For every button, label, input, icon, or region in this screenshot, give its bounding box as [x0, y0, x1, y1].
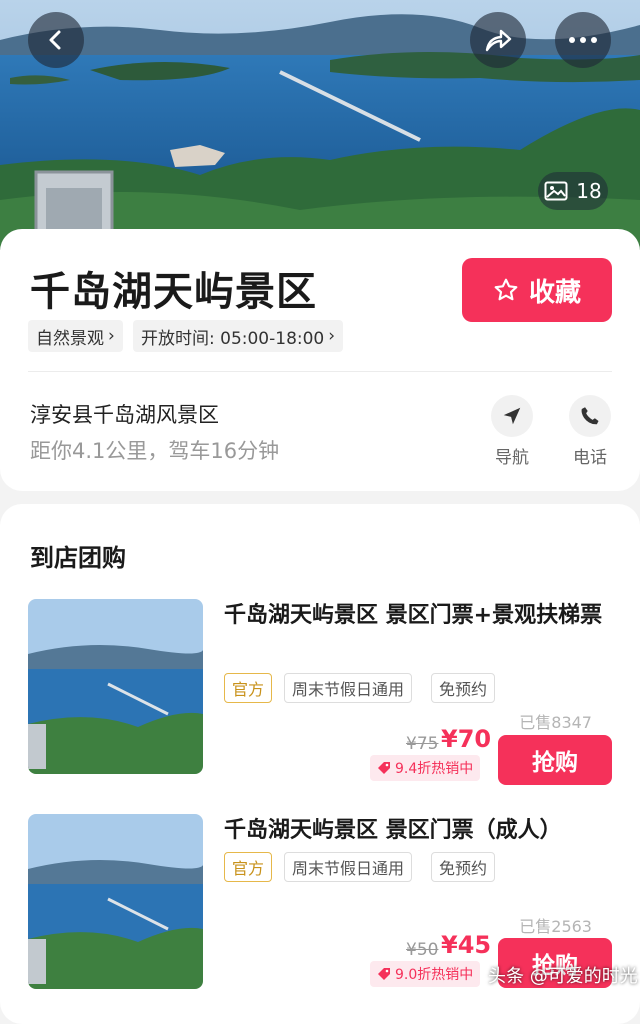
no-reservation-tag: 免预约 — [431, 852, 496, 882]
more-button[interactable] — [555, 12, 611, 68]
sold-count: 已售8347 — [519, 713, 592, 732]
distance-info: 距你4.1公里，驾车16分钟 — [30, 439, 280, 463]
discount-label: 9.0折热销中 — [395, 967, 474, 983]
photo-count: 18 — [576, 179, 602, 203]
category-chip[interactable]: 自然景观 › — [28, 320, 123, 352]
favorite-label: 收藏 — [528, 277, 581, 308]
back-button[interactable] — [28, 12, 84, 68]
no-reservation-tag: 免预约 — [431, 673, 496, 703]
back-icon — [49, 30, 61, 50]
lake-scenery-image — [0, 0, 640, 250]
share-button[interactable] — [470, 12, 526, 68]
navigation-icon — [503, 407, 521, 425]
original-price: ¥50 — [406, 940, 439, 960]
weekend-tag: 周末节假日通用 — [284, 673, 413, 703]
more-icon — [569, 37, 597, 43]
chevron-right-icon: › — [108, 326, 115, 346]
deal-item[interactable]: 千岛湖天屿景区 景区门票+景观扶梯票 官方 周末节假日通用 免预约 已售8347… — [0, 599, 640, 799]
hero-image[interactable]: 18 — [0, 0, 640, 250]
original-price: ¥75 — [406, 734, 439, 754]
official-tag: 官方 — [224, 852, 273, 882]
watermark: 头条 @可爱的时光 — [488, 966, 638, 987]
deal-title: 千岛湖天屿景区 景区门票+景观扶梯票 — [224, 603, 603, 628]
weekend-tag: 周末节假日通用 — [284, 852, 413, 882]
address[interactable]: 淳安县千岛湖风景区 — [30, 399, 219, 429]
phone-button[interactable]: 电话 — [560, 395, 620, 468]
photo-count-badge[interactable]: 18 — [538, 172, 608, 210]
phone-icon — [581, 407, 599, 425]
star-icon — [494, 278, 518, 301]
tag-icon — [378, 968, 390, 980]
discount-label: 9.4折热销中 — [395, 761, 474, 777]
deal-price: ¥70 — [441, 725, 492, 753]
deal-thumbnail — [28, 814, 203, 989]
group-deals-card: 到店团购 千岛湖天屿景区 景区门票+景观扶梯票 官方 周末节假日通用 免预约 已… — [0, 504, 640, 1024]
navigation-button[interactable]: 导航 — [482, 395, 542, 468]
opening-hours-chip[interactable]: 开放时间: 05:00-18:00 › — [133, 320, 344, 352]
deal-title: 千岛湖天屿景区 景区门票（成人） — [224, 818, 562, 843]
deal-price: ¥45 — [441, 931, 492, 959]
official-tag: 官方 — [224, 673, 273, 703]
phone-label: 电话 — [573, 448, 607, 468]
favorite-button[interactable]: 收藏 — [462, 258, 612, 322]
discount-badge: 9.0折热销中 — [370, 961, 481, 987]
place-info-card: 千岛湖天屿景区 收藏 自然景观 › 开放时间: 05:00-18:00 › 淳安… — [0, 229, 640, 491]
sold-count: 已售2563 — [519, 917, 592, 936]
image-icon — [544, 181, 568, 201]
share-icon — [485, 29, 512, 52]
deal-thumbnail — [28, 599, 203, 774]
divider — [28, 371, 612, 372]
discount-badge: 9.4折热销中 — [370, 755, 481, 781]
section-title: 到店团购 — [30, 544, 126, 572]
opening-hours-label: 开放时间: 05:00-18:00 — [141, 328, 325, 349]
navigation-label: 导航 — [495, 448, 529, 468]
chevron-right-icon: › — [328, 326, 336, 346]
buy-button[interactable]: 抢购 — [498, 735, 612, 785]
category-chip-label: 自然景观 — [36, 328, 104, 349]
place-title: 千岛湖天屿景区 — [30, 269, 317, 315]
tag-icon — [378, 762, 390, 774]
